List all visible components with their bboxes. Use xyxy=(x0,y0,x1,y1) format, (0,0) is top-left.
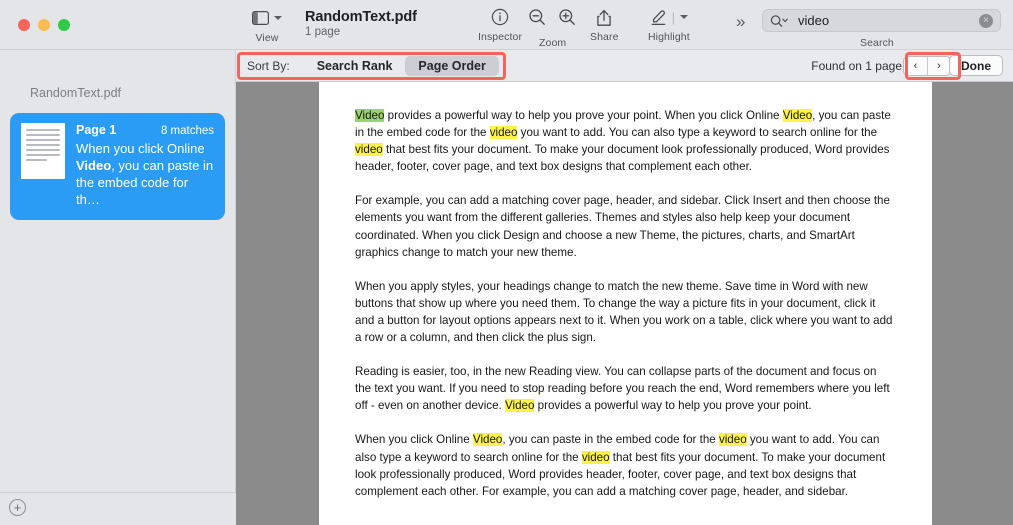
found-count-label: Found on 1 page xyxy=(811,59,902,73)
zoom-in-button[interactable] xyxy=(558,6,576,28)
search-match: video xyxy=(490,126,518,139)
active-search-match: Video xyxy=(355,109,384,122)
search-result-item-page-1[interactable]: Page 1 8 matches When you click Online V… xyxy=(10,113,225,220)
inspector-button[interactable]: Inspector xyxy=(478,6,522,43)
zoom-in-icon xyxy=(558,6,576,28)
sidebar-document-name: RandomText.pdf xyxy=(30,86,235,100)
search-results-bar: Sort By: Search Rank Page Order Found on… xyxy=(236,50,1013,82)
highlighter-pen-icon[interactable] xyxy=(650,6,667,28)
zoom-out-button[interactable] xyxy=(528,6,546,28)
search-match: Video xyxy=(505,399,534,412)
view-label: View xyxy=(256,32,279,44)
paragraph-p1: Video provides a powerful way to help yo… xyxy=(355,107,895,175)
preview-window: View RandomText.pdf 1 page Inspector xyxy=(0,0,1013,525)
sort-by-segmented-control[interactable]: Search Rank Page Order xyxy=(304,56,499,76)
highlight-label: Highlight xyxy=(648,31,690,43)
search-results-sidebar: RandomText.pdf Page 1 8 matches When you… xyxy=(0,50,236,525)
paragraph-p2: For example, you can add a matching cove… xyxy=(355,192,895,260)
paragraph-p3: When you apply styles, your headings cha… xyxy=(355,278,895,346)
view-toolbar-group[interactable]: View xyxy=(252,7,282,44)
search-input[interactable]: video × xyxy=(762,9,1001,32)
search-match: video xyxy=(582,451,610,464)
zoom-out-icon xyxy=(528,6,546,28)
match-navigation-buttons[interactable]: ‹ › xyxy=(903,56,951,76)
sort-by-label: Sort By: xyxy=(247,59,290,73)
search-match: Video xyxy=(473,433,502,446)
search-label: Search xyxy=(860,37,894,49)
search-match: video xyxy=(355,143,383,156)
chevron-down-icon[interactable] xyxy=(274,16,282,20)
document-title: RandomText.pdf xyxy=(305,9,417,25)
maximize-button[interactable] xyxy=(58,19,70,31)
zoom-label: Zoom xyxy=(539,37,566,49)
paragraph-p4: Reading is easier, too, in the new Readi… xyxy=(355,363,895,414)
next-match-button[interactable]: › xyxy=(927,57,950,75)
search-icon[interactable] xyxy=(770,14,791,28)
page-thumbnail xyxy=(21,123,65,179)
highlight-tool-group[interactable]: | Highlight xyxy=(648,6,690,43)
previous-match-button[interactable]: ‹ xyxy=(904,57,927,75)
share-button[interactable]: Share xyxy=(590,6,619,43)
done-button[interactable]: Done xyxy=(949,55,1003,76)
search-match: Video xyxy=(783,109,812,122)
result-page-label: Page 1 xyxy=(76,123,116,137)
result-snippet: When you click Online Video, you can pas… xyxy=(76,140,214,208)
sort-option-search-rank[interactable]: Search Rank xyxy=(304,56,406,76)
inspector-label: Inspector xyxy=(478,31,522,43)
sort-option-page-order[interactable]: Page Order xyxy=(405,56,498,76)
share-label: Share xyxy=(590,31,619,43)
search-query-text: video xyxy=(798,13,829,28)
pdf-page-1: Video provides a powerful way to help yo… xyxy=(319,82,932,525)
search-match: video xyxy=(719,433,747,446)
document-canvas[interactable]: Video provides a powerful way to help yo… xyxy=(236,82,1013,525)
document-title-block: RandomText.pdf 1 page xyxy=(305,9,417,38)
search-field-wrapper[interactable]: video × xyxy=(762,9,1001,32)
close-button[interactable] xyxy=(18,19,30,31)
sidebar-icon[interactable] xyxy=(252,7,269,29)
pdf-page-text: Video provides a powerful way to help yo… xyxy=(319,82,932,500)
add-icon[interactable]: + xyxy=(9,499,26,516)
info-icon xyxy=(491,6,509,28)
search-result-body: Page 1 8 matches When you click Online V… xyxy=(76,123,214,208)
sidebar-footer: + xyxy=(0,492,236,525)
window-titlebar: View RandomText.pdf 1 page Inspector xyxy=(0,0,1013,50)
share-icon xyxy=(596,6,612,28)
document-page-count: 1 page xyxy=(305,26,417,38)
snippet-pre: When you click Online xyxy=(76,141,205,156)
result-match-count: 8 matches xyxy=(161,125,214,137)
window-controls xyxy=(18,19,70,31)
toolbar-divider: | xyxy=(672,10,675,25)
paragraph-p5: When you click Online Video, you can pas… xyxy=(355,431,895,499)
highlight-chevron-down-icon[interactable] xyxy=(680,15,688,19)
clear-search-icon[interactable]: × xyxy=(979,14,993,28)
toolbar-overflow-button[interactable]: » xyxy=(736,12,743,32)
snippet-term: Video xyxy=(76,158,111,173)
minimize-button[interactable] xyxy=(38,19,50,31)
